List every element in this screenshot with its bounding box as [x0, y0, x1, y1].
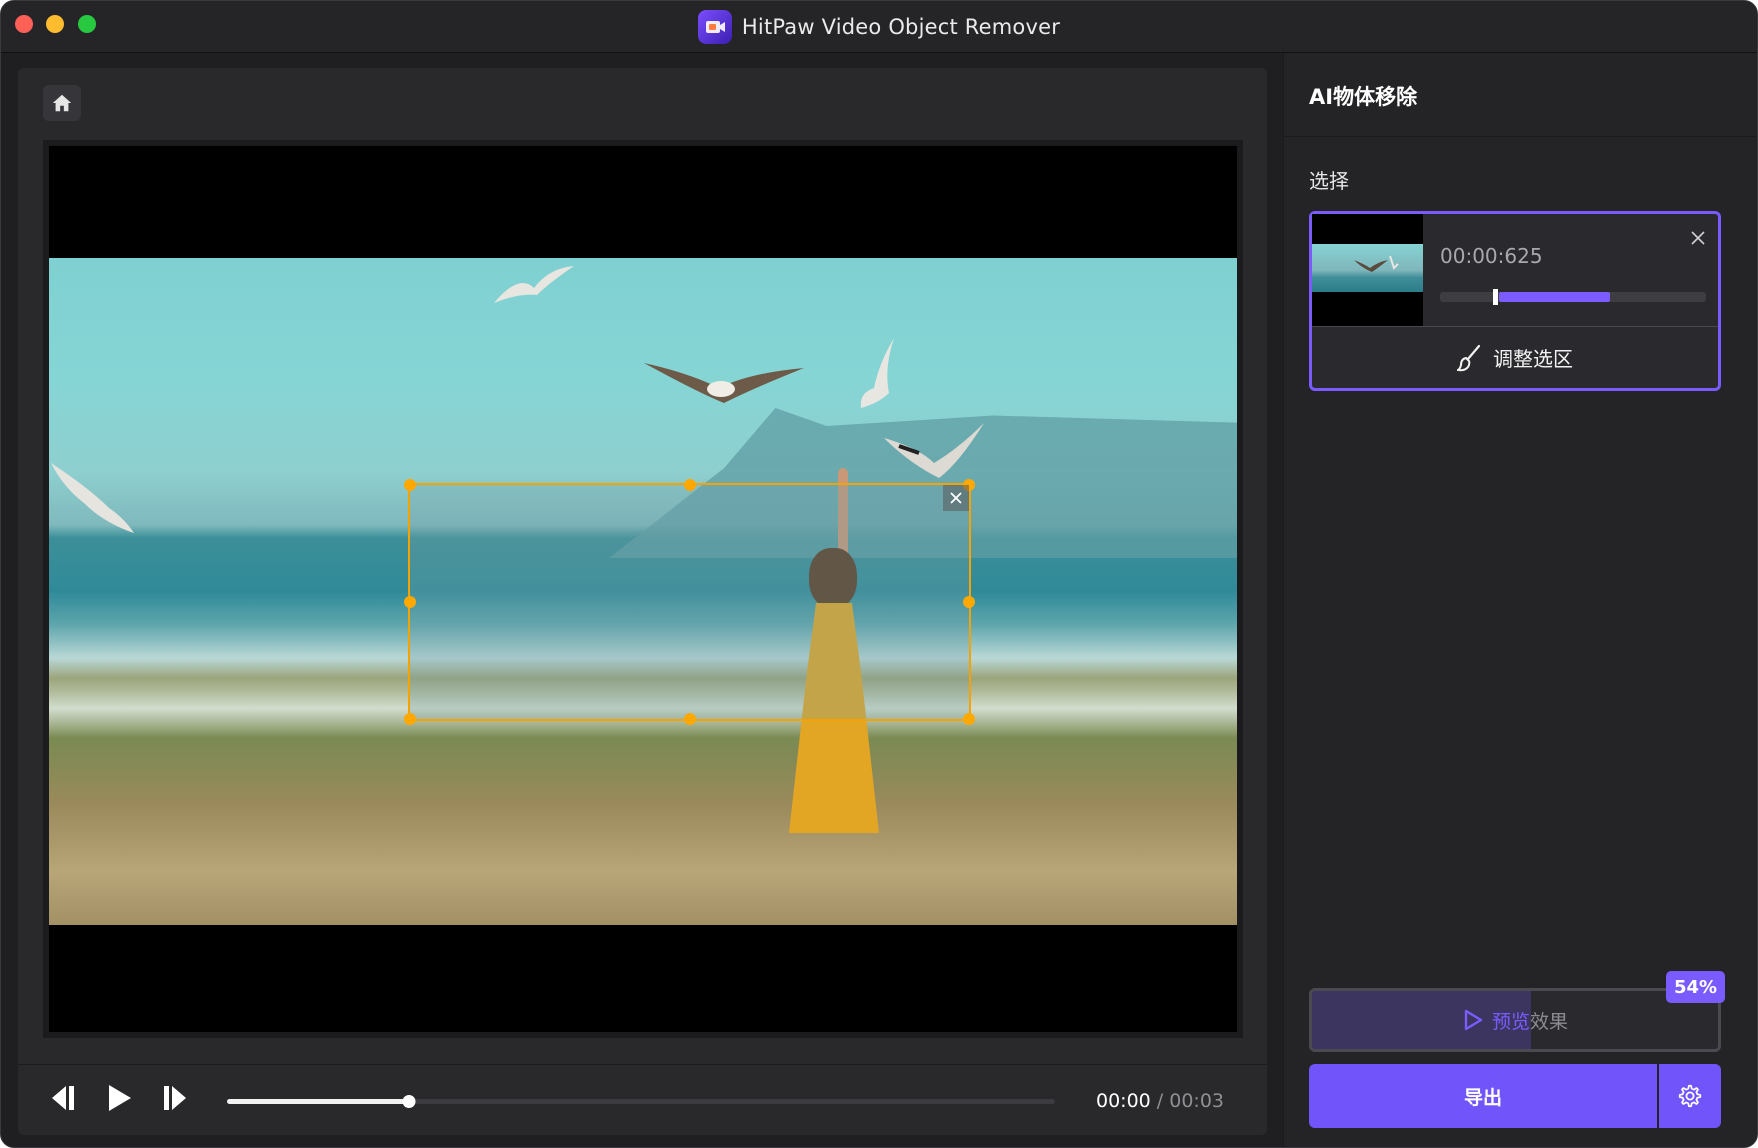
export-settings-button[interactable]	[1659, 1064, 1721, 1128]
preview-content: 预览效果	[1312, 991, 1718, 1049]
video-preview[interactable]	[43, 140, 1243, 1038]
adjust-selection-label: 调整选区	[1493, 347, 1573, 371]
selection-timestamp: 00:00:625	[1440, 244, 1543, 268]
selection-card[interactable]: 00:00:625 调整选区	[1309, 211, 1721, 391]
controls-divider	[18, 1064, 1267, 1065]
selection-range-cursor[interactable]	[1493, 289, 1499, 305]
brush-icon	[1457, 344, 1481, 371]
next-frame-icon	[164, 1086, 186, 1110]
previous-frame-icon	[52, 1086, 74, 1110]
side-panel: AI物体移除 选择 00:00:625 调整选区 预览效果 54% 导出	[1283, 53, 1757, 1147]
home-icon	[52, 94, 72, 112]
bird-graphic	[51, 463, 134, 533]
play-outline-icon	[1464, 1009, 1483, 1031]
bird-graphic	[860, 338, 894, 408]
play-button[interactable]	[103, 1083, 135, 1113]
resize-handle-bottom[interactable]	[683, 713, 696, 725]
panel-divider	[1284, 136, 1757, 137]
title-group: HitPaw Video Object Remover	[1, 1, 1757, 53]
resize-handle-bottom-right[interactable]	[963, 713, 975, 725]
title-bar: HitPaw Video Object Remover	[1, 1, 1757, 53]
export-button[interactable]: 导出	[1309, 1064, 1657, 1128]
home-button[interactable]	[43, 85, 81, 121]
preview-effect-button[interactable]: 预览效果	[1309, 988, 1721, 1052]
preview-label-rest: 效果	[1530, 1010, 1569, 1033]
bird-graphic	[644, 363, 804, 403]
play-icon	[109, 1085, 131, 1111]
gear-icon	[1678, 1084, 1702, 1108]
resize-handle-top[interactable]	[683, 479, 696, 491]
editor-panel	[18, 68, 1267, 1135]
timeline-slider[interactable]	[227, 1095, 1055, 1108]
current-time: 00:00	[1096, 1090, 1151, 1112]
remove-selection-button[interactable]	[943, 485, 969, 511]
panel-title: AI物体移除	[1309, 85, 1418, 109]
next-frame-button[interactable]	[159, 1083, 191, 1113]
resize-handle-left[interactable]	[404, 596, 416, 608]
preview-progress-badge: 54%	[1666, 971, 1726, 1003]
window-title: HitPaw Video Object Remover	[741, 15, 1061, 39]
timecode: 00:00 / 00:03	[1096, 1090, 1224, 1112]
close-icon	[1691, 231, 1705, 245]
adjust-selection-button[interactable]: 调整选区	[1312, 327, 1718, 388]
selection-thumbnail	[1312, 214, 1423, 326]
close-icon	[950, 492, 962, 504]
delete-selection-button[interactable]	[1686, 226, 1710, 250]
video-frame-image	[49, 258, 1237, 925]
thumbnail-birds	[1354, 255, 1399, 272]
timeline-handle[interactable]	[402, 1095, 416, 1108]
bird-graphic	[494, 266, 574, 303]
timeline-progress	[227, 1099, 410, 1104]
app-logo-icon	[697, 10, 732, 44]
preview-label: 预览效果	[1492, 1007, 1568, 1034]
preview-label-highlight: 预览	[1491, 1010, 1530, 1033]
resize-handle-bottom-left[interactable]	[404, 713, 416, 725]
resize-handle-top-left[interactable]	[404, 479, 416, 491]
previous-frame-button[interactable]	[47, 1083, 79, 1113]
resize-handle-right[interactable]	[963, 596, 975, 608]
time-separator: /	[1150, 1090, 1170, 1112]
selection-range-track[interactable]	[1440, 289, 1706, 305]
total-time: 00:03	[1169, 1090, 1225, 1112]
selection-box[interactable]	[404, 479, 975, 725]
section-label: 选择	[1309, 169, 1349, 193]
app-window: HitPaw Video Object Remover 00:00 / 00:0…	[0, 0, 1758, 1148]
selection-range[interactable]	[1498, 292, 1611, 302]
